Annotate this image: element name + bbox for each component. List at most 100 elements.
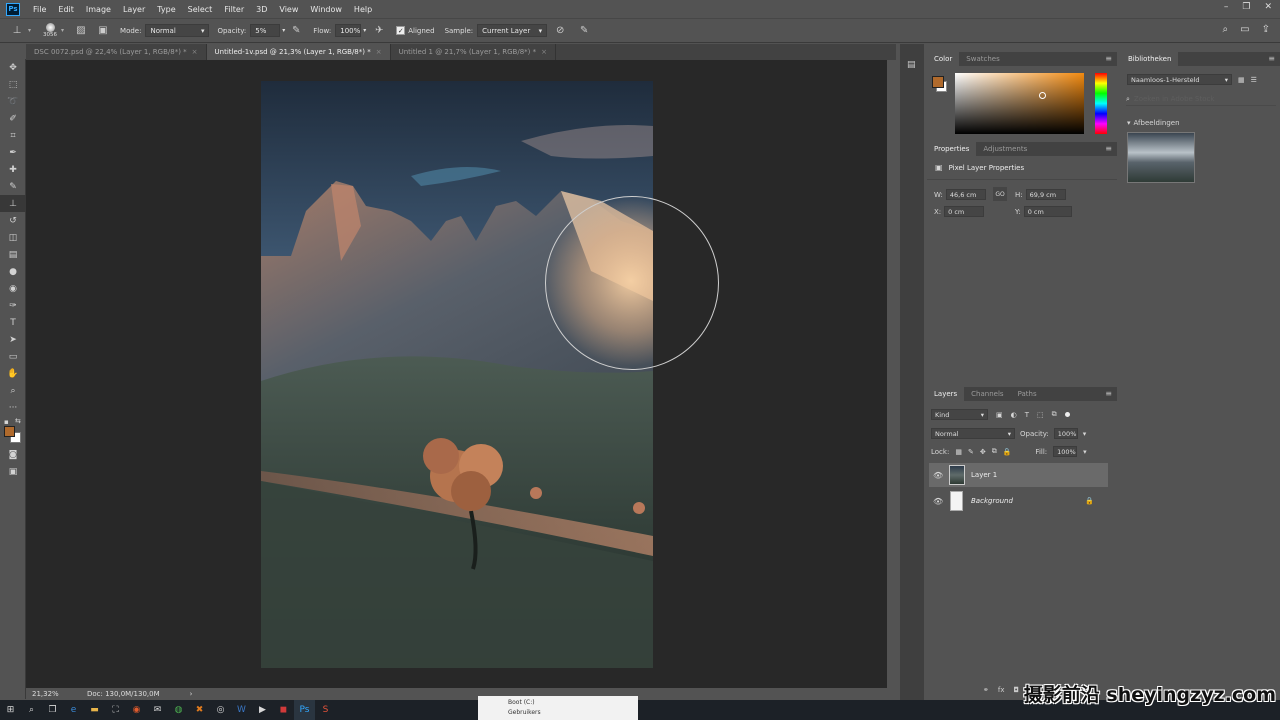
menu-select[interactable]: Select [182,5,219,14]
default-colors-icon[interactable]: ▪ [4,418,9,426]
menu-window[interactable]: Window [304,5,348,14]
menu-view[interactable]: View [273,5,304,14]
clone-stamp-tool-icon[interactable]: ⊥ [0,195,26,212]
tab-untitled-1[interactable]: Untitled 1 @ 21,7% (Layer 1, RGB/8*) * × [390,44,556,60]
tab-channels[interactable]: Channels [964,387,1010,401]
width-input[interactable]: 46,6 cm [945,189,986,200]
tab-libraries[interactable]: Bibliotheken [1121,52,1179,66]
list-view-icon[interactable]: ☰ [1251,76,1257,84]
dropdown-arrow-icon[interactable]: ▾ [28,27,31,34]
library-image-thumbnail[interactable] [1127,132,1195,183]
panel-menu-icon[interactable]: ≡ [1268,54,1275,63]
height-input[interactable]: 69,9 cm [1025,189,1066,200]
layer-row-background[interactable]: 👁 Background 🔒 [929,489,1108,513]
aligned-checkbox[interactable]: ✓ Aligned [396,26,435,35]
dropdown-arrow-icon[interactable]: ▾ [61,27,64,34]
zoom-level[interactable]: 21,32% [32,690,87,698]
app-icon[interactable]: ◎ [210,700,231,720]
tool-app-icon[interactable]: ✖ [189,700,210,720]
filter-smart-icon[interactable]: ⧉ [1052,410,1057,419]
ignore-adjustment-icon[interactable]: ⊘ [553,24,567,38]
dropdown-arrow-icon[interactable]: ▾ [1083,430,1087,438]
foreground-color-swatch[interactable] [4,426,15,437]
tab-paths[interactable]: Paths [1011,387,1044,401]
minimize-icon[interactable]: – [1224,2,1229,12]
clone-stamp-tool-icon[interactable]: ⊥ [10,24,24,38]
dropdown-arrow-icon[interactable]: ▾ [363,27,366,34]
windows-start-icon[interactable]: ⊞ [0,700,21,720]
hand-tool-icon[interactable]: ✋ [0,365,26,382]
app-icon[interactable]: ◉ [126,700,147,720]
gradient-tool-icon[interactable]: ▤ [0,246,26,263]
dropdown-arrow-icon[interactable]: ▾ [1083,448,1087,456]
link-layers-icon[interactable]: ⚭ [983,686,989,694]
close-icon[interactable]: ✕ [1264,2,1272,12]
app-s-icon[interactable]: S [315,700,336,720]
filter-type-icon[interactable]: T [1025,411,1029,419]
document-image[interactable] [261,81,653,668]
search-icon[interactable]: ⌕ [21,700,42,720]
healing-brush-icon[interactable]: ✚ [0,161,26,178]
lock-image-icon[interactable]: ✎ [968,448,974,456]
brush-settings-icon[interactable]: ▨ [74,24,88,38]
menu-3d[interactable]: 3D [250,5,273,14]
mode-select[interactable]: Normal ▾ [145,24,210,37]
menu-help[interactable]: Help [348,5,378,14]
hue-slider[interactable] [1095,73,1107,134]
layer-name[interactable]: Background [971,497,1013,505]
tab-untitled-1v[interactable]: Untitled-1v.psd @ 21,3% (Layer 1, RGB/8*… [206,44,391,60]
lock-artboard-icon[interactable]: ⧉ [992,447,997,456]
brush-preset-picker[interactable]: 3056 [39,20,61,42]
filter-adjustment-icon[interactable]: ◐ [1011,411,1017,419]
store-icon[interactable]: ⛶ [105,700,126,720]
screen-mode-icon[interactable]: ▣ [0,463,26,480]
tab-color[interactable]: Color [927,52,960,66]
flow-input[interactable]: 100% [335,24,362,37]
history-icon[interactable]: ▤ [907,60,924,70]
rectangle-tool-icon[interactable]: ▭ [0,348,26,365]
explorer-popup[interactable]: Boot (C:) Gebruikers [478,696,638,720]
grid-view-icon[interactable]: ▦ [1238,76,1245,84]
section-header[interactable]: ▾ Afbeeldingen [1127,119,1180,127]
word-icon[interactable]: W [231,700,252,720]
menu-filter[interactable]: Filter [218,5,250,14]
restore-icon[interactable]: ❐ [1242,2,1250,12]
menu-image[interactable]: Image [80,5,117,14]
eraser-tool-icon[interactable]: ◫ [0,229,26,246]
color-field[interactable] [955,73,1084,134]
visibility-eye-icon[interactable]: 👁 [933,497,947,506]
pressure-opacity-icon[interactable]: ✎ [289,24,303,38]
pen-tool-icon[interactable]: ✑ [0,297,26,314]
brush-tool-icon[interactable]: ✎ [0,178,26,195]
file-explorer-icon[interactable]: ▬ [84,700,105,720]
tab-adjustments[interactable]: Adjustments [976,142,1034,156]
menu-edit[interactable]: Edit [52,5,80,14]
photoshop-taskbar-icon[interactable]: Ps [294,700,315,720]
color-swatches[interactable]: ▪ ⇆ [0,416,26,446]
blur-tool-icon[interactable]: ● [0,263,26,280]
airbrush-icon[interactable]: ✈ [372,24,386,38]
dodge-tool-icon[interactable]: ◉ [0,280,26,297]
link-dimensions-icon[interactable]: GO [993,187,1007,201]
lock-transparency-icon[interactable]: ▦ [955,448,962,456]
fill-input[interactable]: 100% [1053,446,1078,457]
close-icon[interactable]: × [541,48,547,56]
blend-mode-select[interactable]: Normal ▾ [931,428,1015,439]
dropdown-arrow-icon[interactable]: ▾ [282,27,285,34]
menu-layer[interactable]: Layer [117,5,151,14]
opacity-input[interactable]: 5% [250,24,281,37]
menu-file[interactable]: File [27,5,52,14]
tab-swatches[interactable]: Swatches [959,52,1006,66]
status-menu-icon[interactable]: › [190,690,193,698]
menu-type[interactable]: Type [151,5,181,14]
tab-layers[interactable]: Layers [927,387,965,401]
fx-icon[interactable]: fx [998,686,1005,694]
panel-menu-icon[interactable]: ≡ [1105,54,1112,63]
eyedropper-tool-icon[interactable]: ✒ [0,144,26,161]
x-input[interactable]: 0 cm [944,206,985,217]
video-app-icon[interactable]: ▶ [252,700,273,720]
tab-dsc0072[interactable]: DSC 0072.psd @ 22,4% (Layer 1, RGB/8*) *… [26,44,207,60]
filter-toggle-icon[interactable] [1064,412,1070,417]
tab-properties[interactable]: Properties [927,142,977,156]
visibility-eye-icon[interactable]: 👁 [933,471,947,480]
